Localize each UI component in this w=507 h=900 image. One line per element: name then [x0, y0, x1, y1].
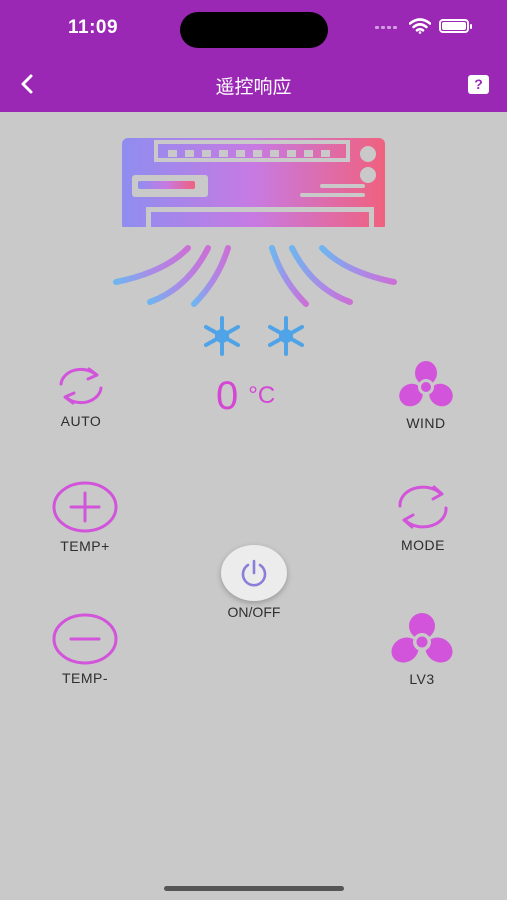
app-header: 11:09 遥控响应 ?	[0, 0, 507, 112]
fan-level-button[interactable]: LV3	[377, 612, 467, 687]
mode-cycle-icon	[398, 485, 448, 529]
power-button[interactable]	[221, 545, 287, 601]
power-icon	[241, 559, 267, 587]
power-label: ON/OFF	[227, 604, 281, 620]
temperature-value: 0	[216, 374, 239, 418]
mode-label: MODE	[401, 537, 445, 553]
temp-minus-button[interactable]: TEMP-	[40, 613, 130, 686]
wind-button[interactable]: WIND	[381, 360, 471, 431]
refresh-cycle-icon	[59, 367, 103, 405]
home-indicator	[164, 886, 344, 891]
temp-minus-label: TEMP-	[61, 670, 109, 686]
battery-icon	[439, 19, 472, 33]
wind-label: WIND	[406, 415, 446, 431]
mode-button[interactable]: MODE	[378, 482, 468, 553]
minus-circle-icon	[52, 613, 118, 665]
dynamic-island	[180, 12, 328, 48]
temperature-display: 0 °C	[216, 374, 275, 419]
status-indicators	[375, 18, 472, 34]
temp-plus-label: TEMP+	[60, 538, 110, 554]
auto-button[interactable]: AUTO	[36, 364, 126, 429]
plus-circle-icon	[52, 481, 118, 533]
temp-plus-button[interactable]: TEMP+	[40, 481, 130, 554]
temperature-unit: °C	[248, 382, 276, 409]
help-button[interactable]: ?	[468, 75, 489, 94]
page-title: 遥控响应	[215, 77, 292, 98]
wifi-icon	[409, 18, 431, 34]
fan-icon	[391, 613, 453, 663]
air-conditioner-illustration	[113, 138, 397, 356]
auto-label: AUTO	[60, 413, 102, 429]
fan-icon	[399, 361, 453, 407]
fan-level-label: LV3	[409, 671, 435, 687]
status-time: 11:09	[68, 17, 119, 38]
cellular-signal-icon	[375, 23, 401, 29]
